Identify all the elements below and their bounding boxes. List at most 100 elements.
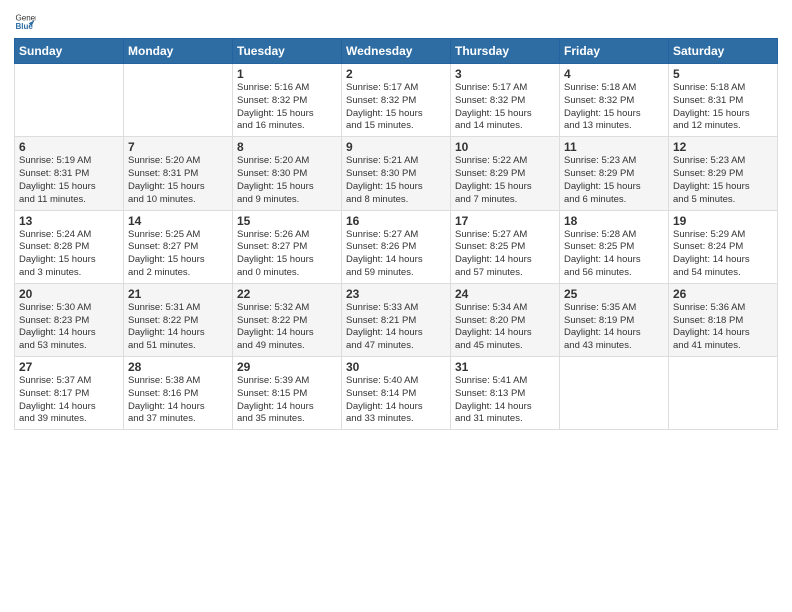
day-info: Sunrise: 5:29 AM Sunset: 8:24 PM Dayligh… [673,229,773,280]
calendar-cell: 30Sunrise: 5:40 AM Sunset: 8:14 PM Dayli… [342,357,451,430]
calendar-cell: 15Sunrise: 5:26 AM Sunset: 8:27 PM Dayli… [233,210,342,283]
weekday-header-saturday: Saturday [669,39,778,64]
day-info: Sunrise: 5:27 AM Sunset: 8:26 PM Dayligh… [346,229,446,280]
day-info: Sunrise: 5:18 AM Sunset: 8:32 PM Dayligh… [564,82,664,133]
day-info: Sunrise: 5:28 AM Sunset: 8:25 PM Dayligh… [564,229,664,280]
calendar-cell: 28Sunrise: 5:38 AM Sunset: 8:16 PM Dayli… [124,357,233,430]
day-number: 4 [564,67,664,81]
calendar-cell: 9Sunrise: 5:21 AM Sunset: 8:30 PM Daylig… [342,137,451,210]
day-info: Sunrise: 5:24 AM Sunset: 8:28 PM Dayligh… [19,229,119,280]
day-info: Sunrise: 5:25 AM Sunset: 8:27 PM Dayligh… [128,229,228,280]
day-number: 15 [237,214,337,228]
day-info: Sunrise: 5:21 AM Sunset: 8:30 PM Dayligh… [346,155,446,206]
calendar-cell: 7Sunrise: 5:20 AM Sunset: 8:31 PM Daylig… [124,137,233,210]
day-number: 20 [19,287,119,301]
day-number: 1 [237,67,337,81]
day-number: 13 [19,214,119,228]
day-info: Sunrise: 5:37 AM Sunset: 8:17 PM Dayligh… [19,375,119,426]
day-number: 8 [237,140,337,154]
day-number: 18 [564,214,664,228]
day-info: Sunrise: 5:33 AM Sunset: 8:21 PM Dayligh… [346,302,446,353]
calendar-cell: 16Sunrise: 5:27 AM Sunset: 8:26 PM Dayli… [342,210,451,283]
weekday-header-tuesday: Tuesday [233,39,342,64]
day-number: 2 [346,67,446,81]
calendar-cell [669,357,778,430]
calendar-cell [15,64,124,137]
day-info: Sunrise: 5:40 AM Sunset: 8:14 PM Dayligh… [346,375,446,426]
calendar-cell: 20Sunrise: 5:30 AM Sunset: 8:23 PM Dayli… [15,283,124,356]
header: General Blue [14,10,778,32]
day-number: 29 [237,360,337,374]
day-number: 14 [128,214,228,228]
day-number: 22 [237,287,337,301]
day-number: 27 [19,360,119,374]
calendar-cell: 22Sunrise: 5:32 AM Sunset: 8:22 PM Dayli… [233,283,342,356]
day-info: Sunrise: 5:34 AM Sunset: 8:20 PM Dayligh… [455,302,555,353]
day-number: 19 [673,214,773,228]
calendar-cell: 25Sunrise: 5:35 AM Sunset: 8:19 PM Dayli… [560,283,669,356]
calendar-cell: 24Sunrise: 5:34 AM Sunset: 8:20 PM Dayli… [451,283,560,356]
day-info: Sunrise: 5:23 AM Sunset: 8:29 PM Dayligh… [564,155,664,206]
day-number: 9 [346,140,446,154]
day-number: 23 [346,287,446,301]
day-info: Sunrise: 5:41 AM Sunset: 8:13 PM Dayligh… [455,375,555,426]
day-number: 6 [19,140,119,154]
calendar-cell: 3Sunrise: 5:17 AM Sunset: 8:32 PM Daylig… [451,64,560,137]
calendar-week-4: 20Sunrise: 5:30 AM Sunset: 8:23 PM Dayli… [15,283,778,356]
day-info: Sunrise: 5:17 AM Sunset: 8:32 PM Dayligh… [455,82,555,133]
day-number: 30 [346,360,446,374]
calendar-cell: 31Sunrise: 5:41 AM Sunset: 8:13 PM Dayli… [451,357,560,430]
calendar-cell: 18Sunrise: 5:28 AM Sunset: 8:25 PM Dayli… [560,210,669,283]
day-number: 5 [673,67,773,81]
calendar-week-1: 1Sunrise: 5:16 AM Sunset: 8:32 PM Daylig… [15,64,778,137]
page-container: General Blue SundayMondayTuesdayWednesda… [0,0,792,438]
calendar-cell: 26Sunrise: 5:36 AM Sunset: 8:18 PM Dayli… [669,283,778,356]
day-number: 24 [455,287,555,301]
day-info: Sunrise: 5:26 AM Sunset: 8:27 PM Dayligh… [237,229,337,280]
calendar-cell: 21Sunrise: 5:31 AM Sunset: 8:22 PM Dayli… [124,283,233,356]
day-number: 10 [455,140,555,154]
calendar-cell: 4Sunrise: 5:18 AM Sunset: 8:32 PM Daylig… [560,64,669,137]
day-number: 12 [673,140,773,154]
day-info: Sunrise: 5:18 AM Sunset: 8:31 PM Dayligh… [673,82,773,133]
svg-text:General: General [15,13,36,22]
day-info: Sunrise: 5:19 AM Sunset: 8:31 PM Dayligh… [19,155,119,206]
day-number: 26 [673,287,773,301]
day-info: Sunrise: 5:20 AM Sunset: 8:31 PM Dayligh… [128,155,228,206]
day-number: 25 [564,287,664,301]
day-info: Sunrise: 5:36 AM Sunset: 8:18 PM Dayligh… [673,302,773,353]
day-info: Sunrise: 5:31 AM Sunset: 8:22 PM Dayligh… [128,302,228,353]
calendar-cell: 23Sunrise: 5:33 AM Sunset: 8:21 PM Dayli… [342,283,451,356]
calendar-table: SundayMondayTuesdayWednesdayThursdayFrid… [14,38,778,430]
day-number: 16 [346,214,446,228]
day-number: 3 [455,67,555,81]
weekday-header-monday: Monday [124,39,233,64]
day-info: Sunrise: 5:22 AM Sunset: 8:29 PM Dayligh… [455,155,555,206]
calendar-week-2: 6Sunrise: 5:19 AM Sunset: 8:31 PM Daylig… [15,137,778,210]
calendar-cell: 19Sunrise: 5:29 AM Sunset: 8:24 PM Dayli… [669,210,778,283]
day-info: Sunrise: 5:38 AM Sunset: 8:16 PM Dayligh… [128,375,228,426]
calendar-cell: 12Sunrise: 5:23 AM Sunset: 8:29 PM Dayli… [669,137,778,210]
logo: General Blue [14,10,36,32]
day-info: Sunrise: 5:35 AM Sunset: 8:19 PM Dayligh… [564,302,664,353]
calendar-cell: 10Sunrise: 5:22 AM Sunset: 8:29 PM Dayli… [451,137,560,210]
calendar-cell: 6Sunrise: 5:19 AM Sunset: 8:31 PM Daylig… [15,137,124,210]
day-number: 31 [455,360,555,374]
weekday-header-friday: Friday [560,39,669,64]
day-number: 11 [564,140,664,154]
calendar-week-5: 27Sunrise: 5:37 AM Sunset: 8:17 PM Dayli… [15,357,778,430]
weekday-header-sunday: Sunday [15,39,124,64]
svg-text:Blue: Blue [15,22,33,31]
calendar-cell: 29Sunrise: 5:39 AM Sunset: 8:15 PM Dayli… [233,357,342,430]
calendar-cell: 17Sunrise: 5:27 AM Sunset: 8:25 PM Dayli… [451,210,560,283]
day-number: 17 [455,214,555,228]
calendar-cell [124,64,233,137]
day-info: Sunrise: 5:39 AM Sunset: 8:15 PM Dayligh… [237,375,337,426]
calendar-cell [560,357,669,430]
calendar-cell: 11Sunrise: 5:23 AM Sunset: 8:29 PM Dayli… [560,137,669,210]
calendar-cell: 13Sunrise: 5:24 AM Sunset: 8:28 PM Dayli… [15,210,124,283]
day-number: 21 [128,287,228,301]
weekday-header-row: SundayMondayTuesdayWednesdayThursdayFrid… [15,39,778,64]
day-info: Sunrise: 5:20 AM Sunset: 8:30 PM Dayligh… [237,155,337,206]
day-number: 7 [128,140,228,154]
